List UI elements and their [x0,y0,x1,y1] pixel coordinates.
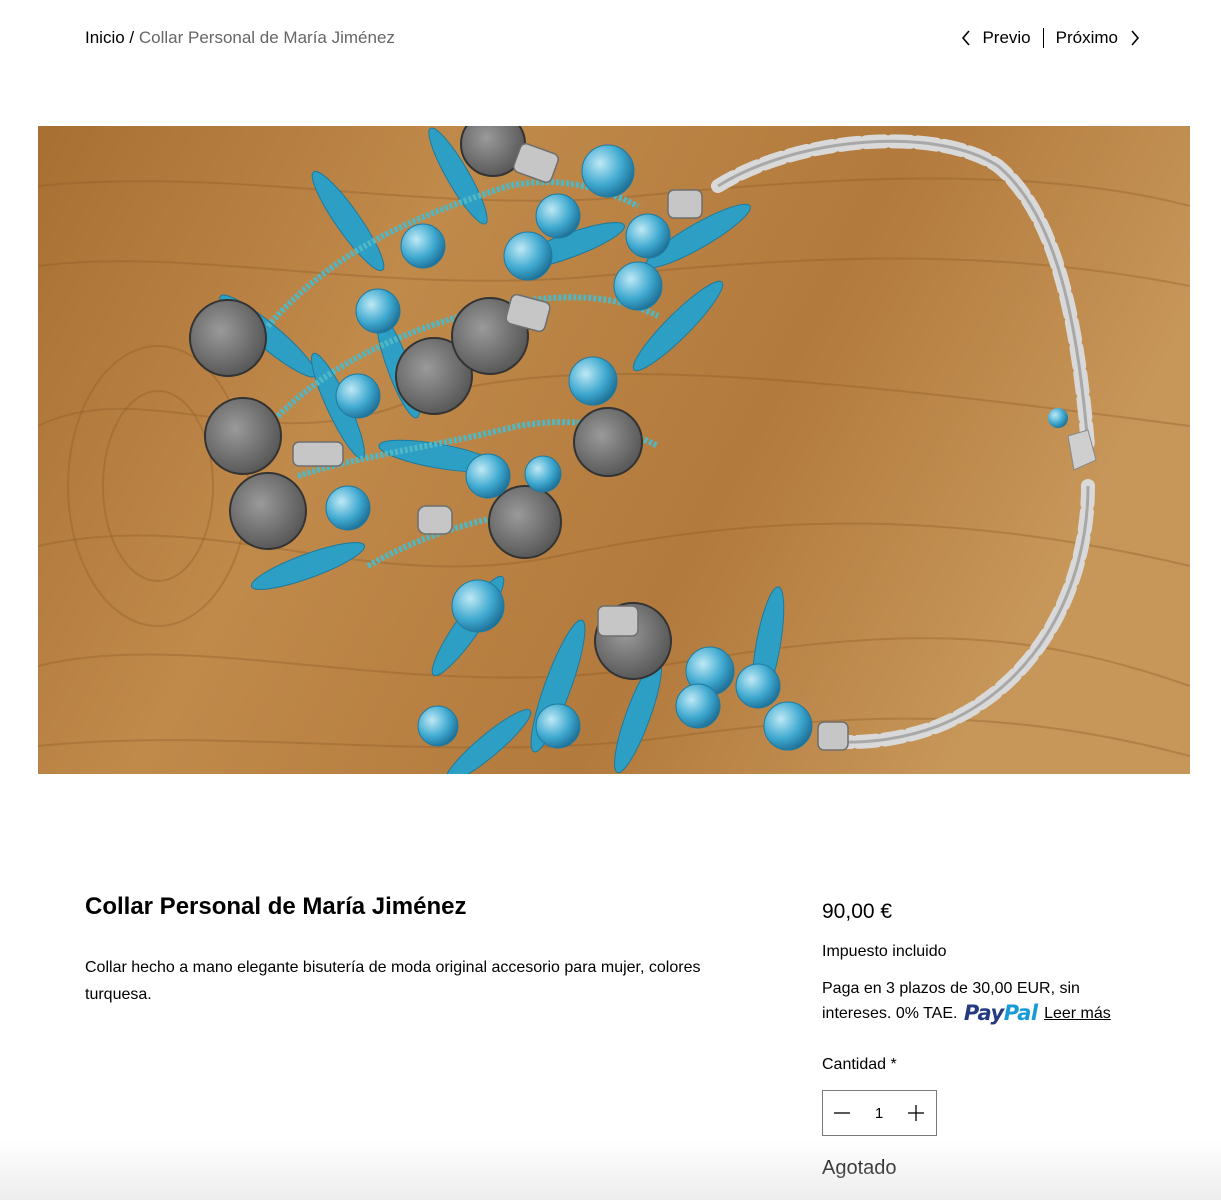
bottom-fade [0,1140,1221,1200]
tax-note: Impuesto incluido [822,943,947,960]
next-product-link[interactable]: Próximo [1056,28,1140,48]
decrement-button[interactable] [823,1091,861,1135]
next-label: Próximo [1055,28,1118,47]
chevron-right-icon [1131,30,1140,46]
necklace-photo [38,126,1190,774]
learn-more-link[interactable]: Leer más [1044,1005,1111,1022]
paypal-installments: Paga en 3 plazos de 30,00 EUR, sin inter… [822,977,1142,1026]
breadcrumb-current: Collar Personal de María Jiménez [138,28,395,47]
product-image[interactable] [38,126,1190,774]
previous-label: Previo [982,28,1031,47]
plus-icon [908,1105,924,1121]
product-description: Collar hecho a mano elegante bisutería d… [85,959,701,1003]
stock-status: Agotado [822,1157,897,1179]
product-pager: Previo Próximo [961,27,1140,49]
quantity-stepper [822,1090,937,1136]
product-price: 90,00 € [822,900,893,923]
previous-product-link[interactable]: Previo [961,28,1031,48]
breadcrumb-separator: / [124,28,139,47]
quantity-label: Cantidad * [822,1056,897,1073]
breadcrumb: Inicio / Collar Personal de María Jiméne… [85,28,395,48]
quantity-input[interactable] [861,1091,897,1135]
top-navigation: Inicio / Collar Personal de María Jiméne… [0,0,1221,76]
paypal-logo: PayPal [963,1001,1038,1025]
pager-divider [1042,28,1044,48]
chevron-left-icon [962,30,971,46]
breadcrumb-home-link[interactable]: Inicio [85,28,125,47]
product-title: Collar Personal de María Jiménez [85,893,467,920]
increment-button[interactable] [897,1091,935,1135]
minus-icon [834,1112,850,1114]
installments-text: Paga en 3 plazos de 30,00 EUR, sin inter… [822,980,1080,1022]
